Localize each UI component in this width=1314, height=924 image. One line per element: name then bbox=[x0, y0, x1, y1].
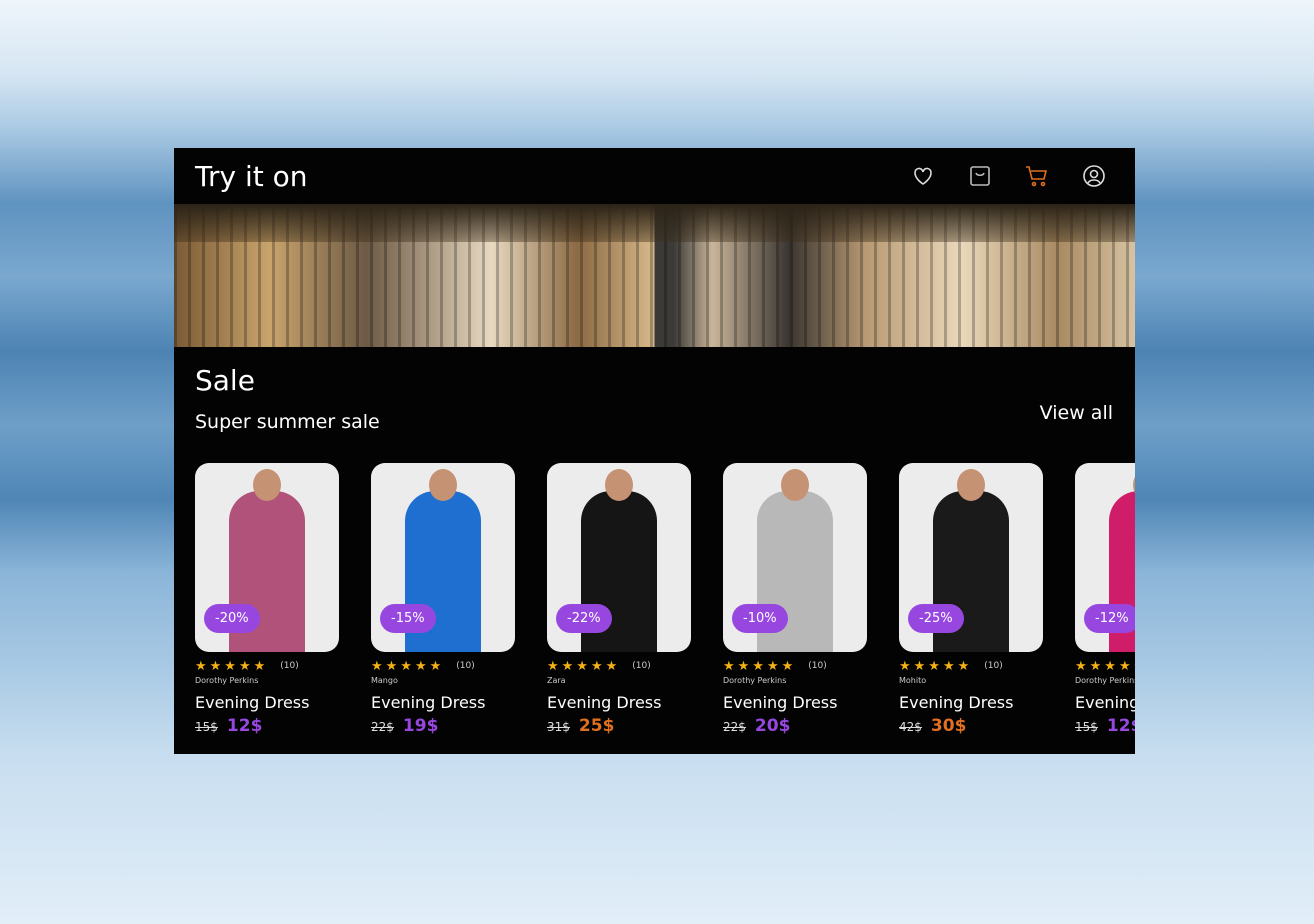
sale-price: 20$ bbox=[754, 716, 791, 736]
sale-price: 19$ bbox=[402, 716, 439, 736]
model-head bbox=[605, 469, 633, 501]
section-subtitle: Super summer sale bbox=[195, 411, 380, 433]
old-price: 15$ bbox=[1075, 720, 1098, 734]
discount-badge: -12% bbox=[1084, 604, 1135, 633]
review-count: (10) bbox=[280, 661, 299, 671]
star-rating: ★★★★★ bbox=[723, 658, 797, 674]
app-title: Try it on bbox=[195, 159, 308, 193]
brand: Zara bbox=[547, 676, 566, 685]
bag-icon[interactable] bbox=[968, 164, 992, 188]
star-rating: ★★★★★ bbox=[1075, 658, 1135, 674]
model-head bbox=[781, 469, 809, 501]
star-rating: ★★★★★ bbox=[547, 658, 621, 674]
old-price: 22$ bbox=[371, 720, 394, 734]
product-image[interactable]: -22% bbox=[547, 463, 691, 652]
sale-price: 30$ bbox=[930, 716, 967, 736]
star-rating: ★★★★★ bbox=[899, 658, 973, 674]
product-name[interactable]: Evening Dress bbox=[723, 693, 867, 712]
discount-badge: -15% bbox=[380, 604, 436, 633]
brand: Dorothy Perkins bbox=[195, 676, 259, 685]
section-title: Sale bbox=[195, 364, 255, 397]
app-window: Try it on Sale Super summer sale View al… bbox=[174, 148, 1135, 754]
product-list: -20% ★★★★★ (10) Dorothy Perkins Evening D… bbox=[195, 463, 1135, 736]
brand: Dorothy Perkins bbox=[1075, 676, 1135, 685]
review-count: (10) bbox=[456, 661, 475, 671]
user-icon[interactable] bbox=[1082, 164, 1106, 188]
header: Try it on bbox=[174, 148, 1135, 204]
review-count: (10) bbox=[984, 661, 1003, 671]
review-count: (10) bbox=[808, 661, 827, 671]
old-price: 15$ bbox=[195, 720, 218, 734]
old-price: 22$ bbox=[723, 720, 746, 734]
product-image[interactable]: -15% bbox=[371, 463, 515, 652]
discount-badge: -22% bbox=[556, 604, 612, 633]
star-rating: ★★★★★ bbox=[371, 658, 445, 674]
sale-price: 12$ bbox=[226, 716, 263, 736]
product-name[interactable]: Evening Dress bbox=[371, 693, 515, 712]
product-card[interactable]: -10% ★★★★★ (10) Dorothy Perkins Evening D… bbox=[723, 463, 867, 736]
heart-icon[interactable] bbox=[911, 164, 935, 188]
old-price: 31$ bbox=[547, 720, 570, 734]
product-card[interactable]: -15% ★★★★★ (10) Mango Evening Dress 22$ 19… bbox=[371, 463, 515, 736]
product-image[interactable]: -12% bbox=[1075, 463, 1135, 652]
brand: Dorothy Perkins bbox=[723, 676, 787, 685]
product-card[interactable]: -12% ★★★★★(10) Dorothy Perkins Evening D… bbox=[1075, 463, 1135, 736]
brand: Mango bbox=[371, 676, 398, 685]
product-name[interactable]: Evening Dress bbox=[547, 693, 691, 712]
model-head bbox=[429, 469, 457, 501]
discount-badge: -10% bbox=[732, 604, 788, 633]
product-image[interactable]: -20% bbox=[195, 463, 339, 652]
cart-icon[interactable] bbox=[1025, 164, 1049, 188]
sale-price: 12$ bbox=[1106, 716, 1135, 736]
star-rating: ★★★★★ bbox=[195, 658, 269, 674]
brand: Mohito bbox=[899, 676, 927, 685]
product-card[interactable]: -20% ★★★★★ (10) Dorothy Perkins Evening D… bbox=[195, 463, 339, 736]
model-head bbox=[957, 469, 985, 501]
discount-badge: -25% bbox=[908, 604, 964, 633]
product-name[interactable]: Evening Dress bbox=[1075, 693, 1135, 712]
review-count: (10) bbox=[632, 661, 651, 671]
hero-banner-image bbox=[174, 204, 1135, 347]
old-price: 42$ bbox=[899, 720, 922, 734]
product-name[interactable]: Evening Dress bbox=[899, 693, 1043, 712]
product-name[interactable]: Evening Dress bbox=[195, 693, 339, 712]
model-head bbox=[253, 469, 281, 501]
sale-price: 25$ bbox=[578, 716, 615, 736]
product-image[interactable]: -25% bbox=[899, 463, 1043, 652]
product-card[interactable]: -25% ★★★★★ (10) Mohito Evening Dress 42$ 3… bbox=[899, 463, 1043, 736]
product-card[interactable]: -22% ★★★★★ (10) Zara Evening Dress 31$ 25$ bbox=[547, 463, 691, 736]
view-all-link[interactable]: View all bbox=[1040, 402, 1113, 424]
discount-badge: -20% bbox=[204, 604, 260, 633]
product-image[interactable]: -10% bbox=[723, 463, 867, 652]
